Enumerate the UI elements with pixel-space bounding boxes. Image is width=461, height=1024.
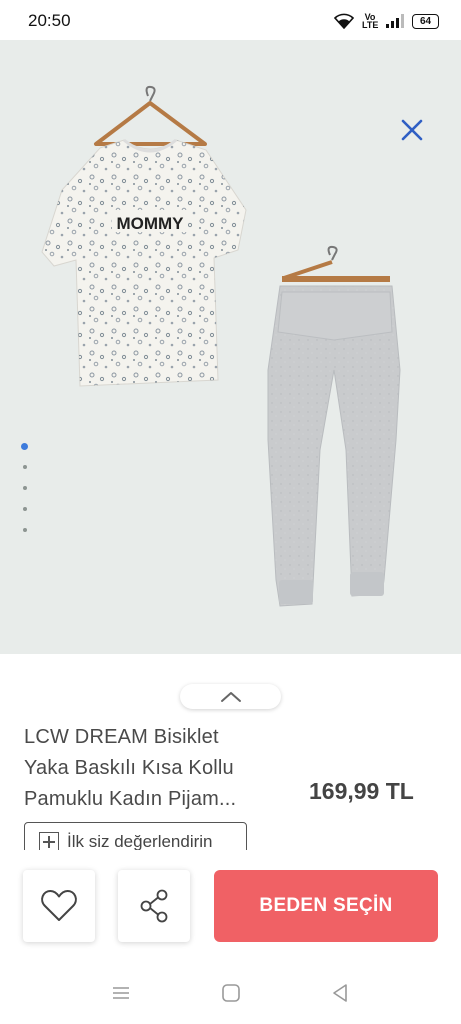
carousel-dot[interactable] (22, 528, 27, 532)
chevron-up-icon (220, 691, 241, 702)
share-icon (140, 889, 168, 923)
recent-apps-button[interactable] (108, 980, 134, 1006)
plus-square-icon (39, 832, 59, 852)
battery-level: 64 (419, 15, 432, 27)
back-icon (333, 984, 347, 1002)
shirt-print-text: MOMMY (116, 214, 184, 233)
product-image-carousel[interactable]: MOMMY (0, 40, 461, 654)
status-icons: Vo LTE 64 (334, 12, 439, 30)
menu-icon (113, 987, 129, 999)
share-button[interactable] (118, 870, 190, 942)
back-button[interactable] (327, 980, 353, 1006)
home-button[interactable] (218, 980, 244, 1006)
product-photo: MOMMY (0, 40, 461, 654)
wifi-icon (334, 13, 354, 29)
close-button[interactable] (398, 116, 426, 144)
carousel-indicator (21, 443, 28, 549)
volte-icon: Vo LTE (362, 12, 379, 30)
product-title-line: LCW DREAM Bisiklet (24, 726, 219, 748)
carousel-dot[interactable] (22, 465, 27, 469)
select-size-button[interactable]: BEDEN SEÇİN (214, 870, 438, 942)
product-title-line: Pamuklu Kadın Pijam... (24, 788, 237, 810)
signal-icon (386, 14, 404, 28)
system-nav-bar (0, 960, 461, 1024)
product-price: 169,99 TL (309, 778, 414, 804)
carousel-dot-active[interactable] (21, 443, 28, 450)
review-label: İlk siz değerlendirin (67, 832, 213, 851)
action-bar: BEDEN SEÇİN (0, 850, 461, 960)
product-title: LCW DREAM Bisiklet Yaka Baskılı Kısa Kol… (24, 722, 294, 815)
battery-icon: 64 (412, 13, 439, 29)
volte-label: Vo LTE (362, 12, 379, 30)
home-icon (222, 984, 240, 1002)
expand-details-handle[interactable] (180, 684, 281, 709)
heart-icon (41, 890, 77, 921)
carousel-dot[interactable] (22, 507, 27, 511)
status-time: 20:50 (28, 11, 71, 30)
favorite-button[interactable] (23, 870, 95, 942)
close-icon (401, 119, 423, 141)
product-title-line: Yaka Baskılı Kısa Kollu (24, 757, 234, 779)
carousel-dot[interactable] (22, 486, 27, 490)
